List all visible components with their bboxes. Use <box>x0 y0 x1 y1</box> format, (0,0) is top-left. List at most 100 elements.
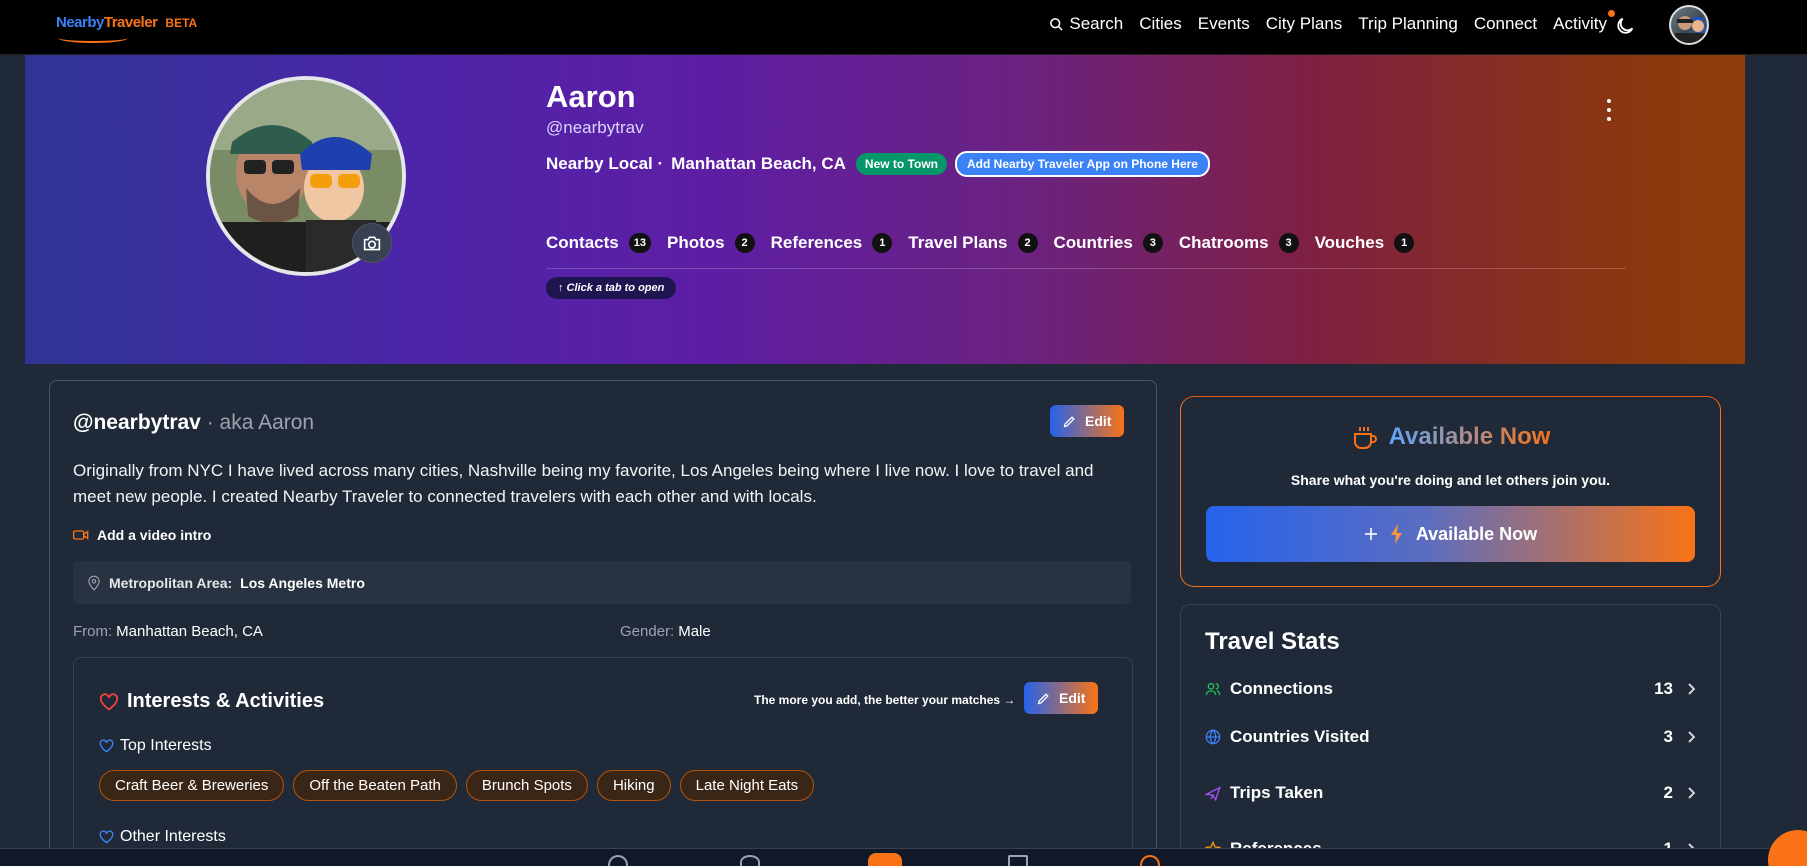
pencil-icon <box>1063 415 1075 427</box>
available-now-subtitle: Share what you're doing and let others j… <box>1290 472 1611 488</box>
nav-activity[interactable]: Activity <box>1553 10 1615 34</box>
more-dot-icon <box>1607 108 1611 112</box>
bottom-nav <box>0 848 1807 866</box>
about-aka: · aka Aaron <box>200 411 315 434</box>
tab-countries[interactable]: Countries 3 <box>1054 233 1163 253</box>
video-icon <box>73 530 89 540</box>
interest-chip[interactable]: Late Night Eats <box>679 770 815 801</box>
create-button[interactable] <box>868 853 902 866</box>
interest-chip[interactable]: Off the Beaten Path <box>293 770 457 801</box>
interests-section: Interests & Activities The more you add,… <box>73 657 1133 866</box>
top-interests-label: Top Interests <box>99 737 212 755</box>
tab-travel-plans[interactable]: Travel Plans 2 <box>908 233 1038 253</box>
user-avatar[interactable] <box>1669 5 1709 45</box>
about-handle-text: @nearbytrav <box>73 411 201 434</box>
profile-hero: Aaron @nearbytrav Nearby Local · Manhatt… <box>25 55 1745 364</box>
tab-label: Chatrooms <box>1178 233 1269 252</box>
tab-label: Travel Plans <box>908 233 1008 252</box>
metro-value: Los Angeles Metro <box>240 574 365 591</box>
profile-tabs: Contacts 13 Photos 2 References 1 Travel Pl… <box>546 233 1415 253</box>
profile-name: Aaron <box>546 79 636 114</box>
metro-area: Metropolitan Area: Los Angeles Metro <box>73 561 1131 604</box>
globe-icon <box>1205 729 1221 745</box>
top-nav: Nearby Traveler BETA Search Cities Events… <box>0 0 1807 55</box>
nav-connect[interactable]: Connect <box>1474 14 1537 34</box>
floating-action-button[interactable] <box>1768 830 1807 866</box>
gender-value: Male <box>678 623 711 640</box>
about-card: @nearbytrav · aka Aaron Edit Originally … <box>49 380 1157 866</box>
interest-chip[interactable]: Craft Beer & Breweries <box>99 770 285 801</box>
profile-role: Nearby Local · <box>546 154 664 173</box>
more-options-button[interactable] <box>1599 99 1619 121</box>
lightning-icon <box>1390 524 1402 544</box>
from-value: Manhattan Beach, CA <box>116 623 263 640</box>
tab-count: 13 <box>628 233 651 253</box>
profile-handle: @nearbytrav <box>546 118 644 137</box>
top-interests-text: Top Interests <box>120 737 212 754</box>
moon-icon[interactable] <box>1614 15 1636 37</box>
stat-value: 13 <box>1654 679 1673 698</box>
add-app-button[interactable]: Add Nearby Traveler App on Phone Here <box>955 151 1210 177</box>
new-to-town-badge: New to Town <box>855 153 948 175</box>
tab-vouches[interactable]: Vouches 1 <box>1315 233 1415 253</box>
gender-field: Gender: Male <box>620 623 711 640</box>
stat-row-countries[interactable]: Countries Visited 3 <box>1205 727 1695 747</box>
available-now-title-text: Available Now <box>1388 423 1551 450</box>
tab-label: Contacts <box>546 233 619 252</box>
edit-label: Edit <box>1059 690 1086 706</box>
interest-chip[interactable]: Brunch Spots <box>465 770 588 801</box>
edit-interests-button[interactable]: Edit <box>1024 682 1099 714</box>
pencil-icon <box>1037 692 1049 704</box>
edit-about-button[interactable]: Edit <box>1050 405 1125 437</box>
tab-contacts[interactable]: Contacts 13 <box>546 233 651 253</box>
nav-city-plans[interactable]: City Plans <box>1266 14 1343 34</box>
interests-title-text: Interests & Activities <box>127 690 325 712</box>
chevron-right-icon <box>1688 683 1695 695</box>
calendar-icon[interactable] <box>1008 855 1028 866</box>
users-icon <box>1205 683 1221 696</box>
profile-location: Nearby Local · Manhattan Beach, CA New t… <box>546 151 1210 177</box>
nav-cities[interactable]: Cities <box>1139 14 1182 34</box>
interest-chip[interactable]: Hiking <box>596 770 671 801</box>
search-circle-icon[interactable] <box>740 855 760 866</box>
other-interests-text: Other Interests <box>120 828 226 845</box>
camera-icon <box>363 236 381 251</box>
coffee-cup-icon <box>1353 427 1377 449</box>
tab-photos[interactable]: Photos 2 <box>667 233 755 253</box>
top-interests-chips: Craft Beer & Breweries Off the Beaten Pa… <box>99 770 815 801</box>
profile-icon[interactable] <box>1140 855 1160 866</box>
change-photo-button[interactable] <box>352 223 392 263</box>
add-video-intro-button[interactable]: Add a video intro <box>73 527 211 543</box>
tab-count: 1 <box>1394 233 1415 253</box>
search-icon <box>1050 17 1064 31</box>
interests-title: Interests & Activities <box>99 690 324 713</box>
available-now-button[interactable]: Available Now <box>1206 506 1695 562</box>
stat-row-connections[interactable]: Connections 13 <box>1205 679 1695 699</box>
available-now-button-label: Available Now <box>1415 523 1538 544</box>
stat-label: Countries Visited <box>1230 727 1370 746</box>
stat-row-trips[interactable]: Trips Taken 2 <box>1205 783 1695 803</box>
video-intro-label: Add a video intro <box>97 527 212 543</box>
chevron-right-icon <box>1688 787 1695 799</box>
about-handle: @nearbytrav · aka Aaron <box>73 411 314 435</box>
profile-city: Manhattan Beach, CA <box>671 154 846 173</box>
heart-icon <box>99 692 119 710</box>
logo-text-traveler: Traveler <box>103 14 158 31</box>
nav-trip-planning[interactable]: Trip Planning <box>1358 14 1458 34</box>
available-now-card: Available Now Share what you're doing an… <box>1180 396 1721 587</box>
nav-search[interactable]: Search <box>1049 14 1123 34</box>
beta-label: BETA <box>165 16 198 30</box>
travel-stats-card: Travel Stats Connections 13 Countries Vi… <box>1180 604 1721 866</box>
tab-count: 2 <box>1017 233 1038 253</box>
stat-label: Trips Taken <box>1230 783 1324 802</box>
location-pin-icon <box>88 575 100 591</box>
logo-swoosh-icon <box>58 33 128 43</box>
from-field: From: Manhattan Beach, CA <box>73 623 263 640</box>
nav-events[interactable]: Events <box>1198 14 1250 34</box>
home-icon[interactable] <box>608 855 628 866</box>
tab-references[interactable]: References 1 <box>771 233 893 253</box>
logo[interactable]: Nearby Traveler BETA <box>56 14 198 43</box>
tab-chatrooms[interactable]: Chatrooms 3 <box>1179 233 1299 253</box>
avatar-photo-icon <box>1675 16 1707 43</box>
travel-stats-title: Travel Stats <box>1205 628 1340 655</box>
